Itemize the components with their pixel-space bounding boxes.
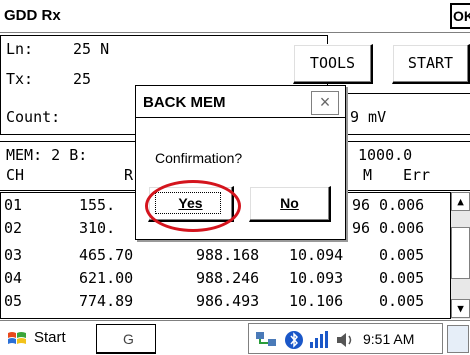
scroll-up-icon[interactable]: ▲ [451, 192, 470, 211]
tx-value: 25 [73, 70, 92, 88]
row-col3: 10.093 [289, 269, 344, 287]
row-col3: 96 [352, 196, 371, 214]
start-label: Start [34, 329, 66, 346]
mem-label: MEM: 2 B: [6, 146, 88, 164]
row-err: 0.005 [379, 269, 425, 287]
title-bar: GDD Rx OK [0, 0, 470, 33]
row-err: 0.006 [379, 196, 425, 214]
scroll-down-icon[interactable]: ▼ [451, 299, 470, 318]
row-col1: 310. [79, 219, 116, 237]
row-col3: 10.106 [289, 292, 344, 310]
row-col3: 10.094 [289, 246, 344, 264]
ok-button[interactable]: OK [450, 3, 470, 29]
desktop-icon[interactable] [447, 325, 469, 353]
system-tray: 9:51 AM [248, 323, 443, 354]
row-col1: 155. [79, 196, 116, 214]
ln-value: 25 N [73, 40, 110, 58]
row-ch: 04 [4, 269, 23, 287]
close-icon[interactable]: × [311, 91, 339, 115]
count-label: Count: [6, 108, 61, 126]
row-col1: 774.89 [79, 292, 134, 310]
row-col2: 988.168 [196, 246, 260, 264]
range-value: 1000.0 [358, 146, 413, 164]
windows-logo-icon [8, 332, 26, 344]
row-ch: 05 [4, 292, 23, 310]
taskbar-app-label: G [123, 331, 134, 347]
row-col3: 96 [352, 219, 371, 237]
tools-button[interactable]: TOOLS [293, 44, 373, 84]
scroll-thumb[interactable] [451, 227, 470, 279]
clock[interactable]: 9:51 AM [363, 331, 414, 347]
row-col2: 988.246 [196, 269, 260, 287]
row-col1: 621.00 [79, 269, 134, 287]
ch-header: CH [6, 166, 25, 184]
highlight-circle [145, 180, 241, 232]
row-ch: 03 [4, 246, 23, 264]
dialog-title: BACK MEM [143, 94, 226, 111]
ln-label: Ln: [6, 40, 34, 58]
tx-label: Tx: [6, 70, 34, 88]
volume-icon[interactable] [335, 330, 357, 350]
row-err: 0.005 [379, 246, 425, 264]
dialog-title-bar: BACK MEM × [136, 86, 345, 118]
network-icon[interactable] [255, 330, 281, 350]
start-measure-button[interactable]: START [392, 44, 470, 84]
row-ch: 02 [4, 219, 23, 237]
taskbar: Start G 9:51 AM [0, 320, 470, 355]
row-col1: 465.70 [79, 246, 134, 264]
row-err: 0.005 [379, 292, 425, 310]
window-title: GDD Rx [4, 7, 61, 24]
dialog-message: Confirmation? [155, 150, 243, 166]
table-scrollbar[interactable]: ▲ ▼ [450, 192, 470, 319]
no-button[interactable]: No [249, 186, 331, 222]
row-ch: 01 [4, 196, 23, 214]
taskbar-app-button[interactable]: G [96, 324, 156, 354]
err-header: Err [403, 166, 431, 184]
row-col2: 986.493 [196, 292, 260, 310]
r-header: R [124, 166, 134, 184]
mv-value: 9 mV [350, 108, 387, 126]
bluetooth-icon[interactable] [284, 330, 304, 350]
m-header: M [363, 166, 373, 184]
row-err: 0.006 [379, 219, 425, 237]
signal-icon[interactable] [309, 330, 331, 350]
start-button[interactable]: Start [3, 325, 91, 353]
